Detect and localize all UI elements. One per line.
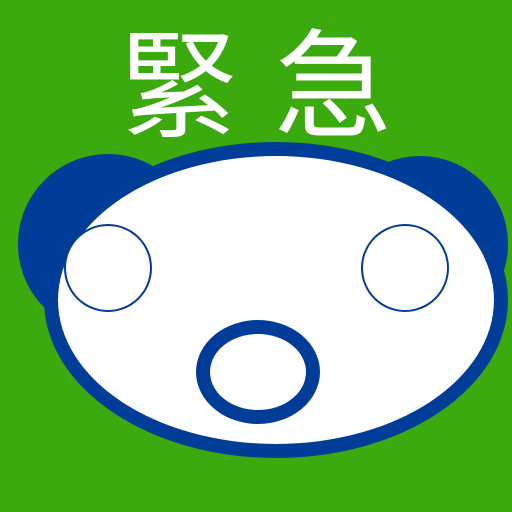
- right-eye: [363, 226, 447, 310]
- panda-face-icon: [18, 142, 508, 458]
- left-eye: [66, 226, 150, 310]
- app-icon[interactable]: 緊急: [0, 0, 512, 512]
- nose: [210, 334, 306, 410]
